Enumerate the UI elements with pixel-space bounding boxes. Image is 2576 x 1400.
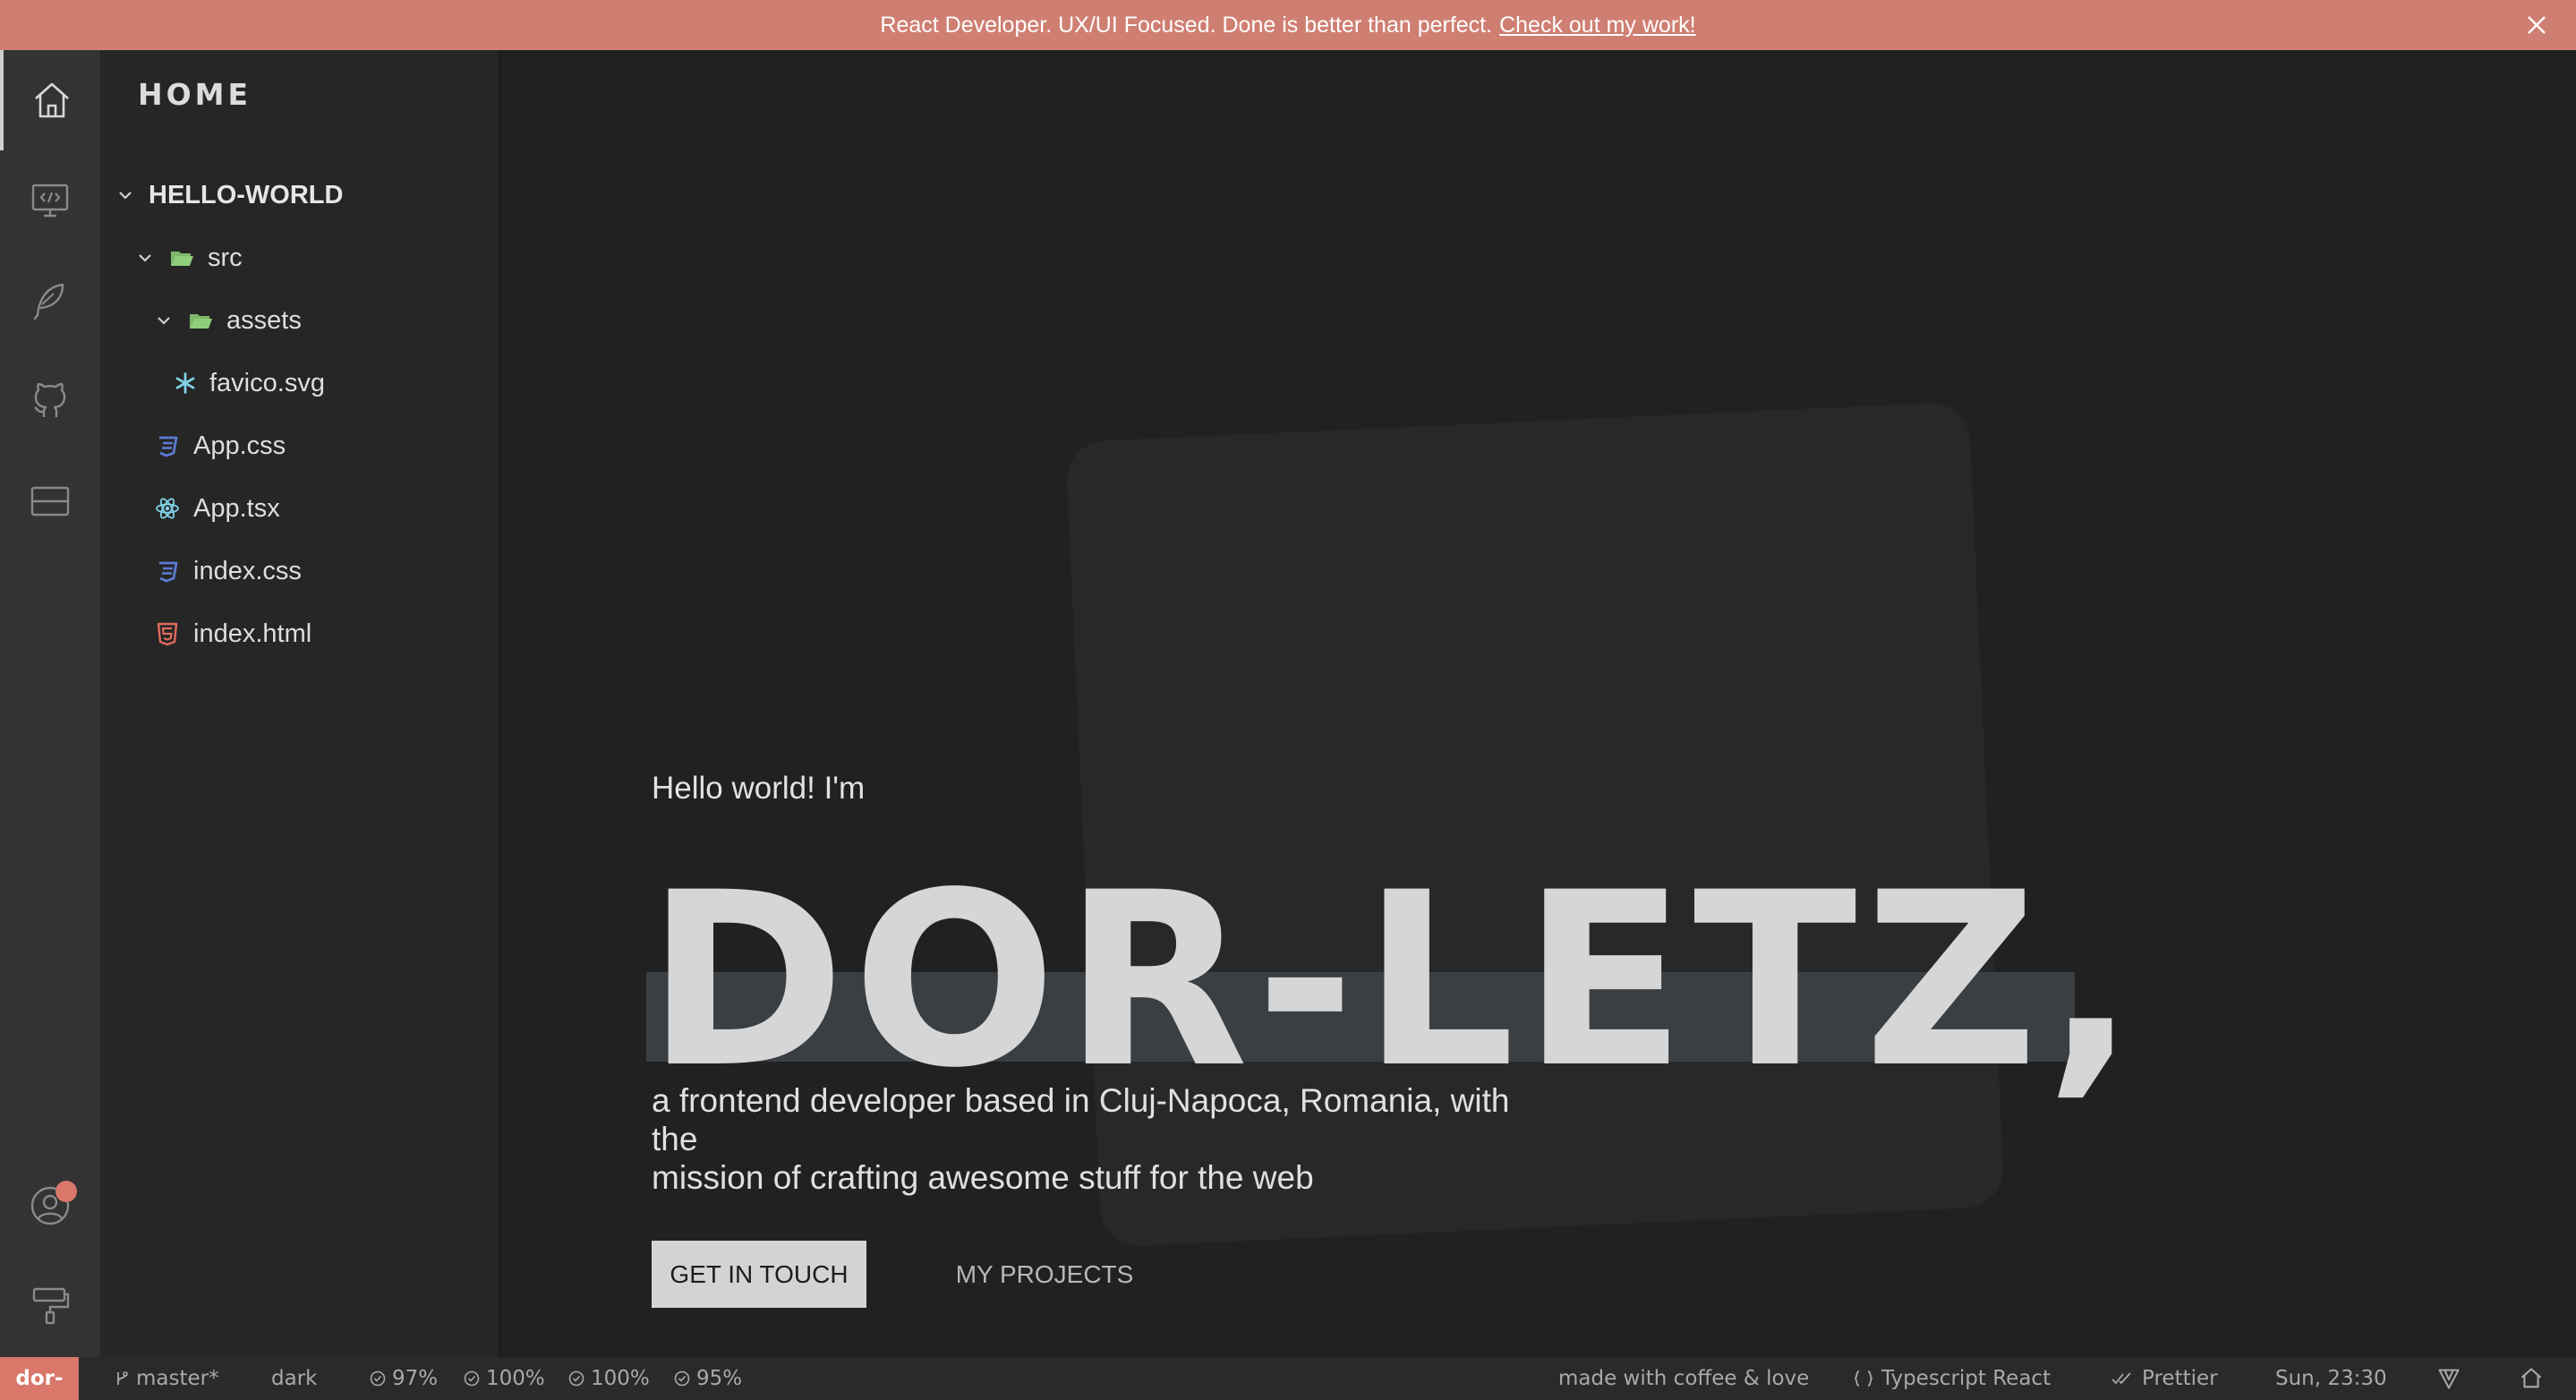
paint-roller-icon (32, 1287, 70, 1325)
css-file-icon (159, 561, 178, 583)
status-metric: 100% (567, 1357, 650, 1400)
activity-home[interactable] (0, 50, 100, 150)
html-file-icon (157, 622, 178, 646)
hero-greeting: Hello world! I'm (652, 771, 866, 806)
status-formatter[interactable]: Prettier (2108, 1357, 2218, 1400)
braces-icon (1854, 1370, 1873, 1387)
banner-link[interactable]: Check out my work! (1499, 13, 1696, 38)
tree-item-label: index.css (193, 556, 302, 585)
hero-tagline: a frontend developer based in Cluj-Napoc… (652, 1081, 1547, 1197)
theme-label: dark (271, 1367, 318, 1390)
home-icon (35, 82, 69, 118)
status-language[interactable]: Typescript React (1851, 1357, 2051, 1400)
tree-item-assets[interactable]: assets (155, 294, 302, 347)
tree-item-src[interactable]: src (136, 231, 243, 285)
activity-account[interactable] (0, 1156, 100, 1256)
status-made-with: made with coffee & love (1558, 1357, 1809, 1400)
double-check-icon (2111, 1372, 2131, 1385)
tagline-line: a frontend developer based in Cluj-Napoc… (652, 1082, 1510, 1157)
status-theme[interactable]: dark (271, 1357, 317, 1400)
status-metric: 97% (369, 1357, 438, 1400)
chevron-down-icon (139, 254, 151, 262)
code-monitor-icon (31, 184, 69, 218)
my-projects-button[interactable]: MY PROJECTS (937, 1241, 1152, 1308)
status-metric: 100% (463, 1357, 545, 1400)
feather-icon (33, 283, 64, 320)
chevron-down-icon (119, 192, 132, 200)
status-datetime: Sun, 23:30 (2275, 1357, 2387, 1400)
check-circle-icon (568, 1370, 584, 1387)
activity-about[interactable] (0, 451, 100, 551)
explorer-panel: HOME HELLO-WORLD src assets favico.svg A… (100, 50, 500, 1357)
check-circle-icon (464, 1370, 480, 1387)
tree-item-label: assets (226, 305, 302, 335)
activity-github[interactable] (0, 351, 100, 451)
metric-value: 97% (392, 1367, 439, 1390)
tree-item-index-css[interactable]: index.css (154, 544, 302, 598)
activity-projects[interactable] (0, 150, 100, 251)
folder-open-icon (190, 314, 212, 329)
language-label: Typescript React (1881, 1367, 2051, 1390)
vite-icon (2438, 1369, 2460, 1389)
folder-open-icon (171, 252, 193, 266)
notification-dot (55, 1181, 77, 1202)
editor-area: Hello world! I'm DOR-LETZ, a frontend de… (501, 50, 2576, 1357)
tree-item-label: src (208, 243, 243, 272)
tree-item-favico[interactable]: favico.svg (174, 356, 325, 410)
activity-articles[interactable] (0, 251, 100, 351)
react-file-icon (156, 498, 179, 519)
github-icon (34, 382, 66, 417)
tagline-line: mission of crafting awesome stuff for th… (652, 1159, 1314, 1196)
svg-file-icon (175, 372, 195, 394)
status-brand[interactable]: dor- (0, 1357, 79, 1400)
metric-value: 100% (591, 1367, 650, 1390)
made-with-label: made with coffee & love (1558, 1367, 1810, 1390)
explorer-title: HOME (138, 77, 252, 112)
tree-item-label: App.tsx (193, 493, 280, 523)
close-icon[interactable] (2522, 11, 2551, 39)
tree-item-label: favico.svg (209, 368, 325, 397)
tree-root[interactable]: HELLO-WORLD (116, 168, 343, 222)
status-bar: dor- master* dark 97% 100% 100% 95% made… (0, 1357, 2576, 1400)
status-home[interactable] (2519, 1357, 2549, 1400)
home-icon (2521, 1368, 2542, 1388)
tree-item-app-css[interactable]: App.css (154, 419, 286, 473)
git-branch-icon (117, 1371, 128, 1385)
tree-item-label: App.css (193, 431, 286, 460)
status-branch[interactable]: master* (113, 1357, 219, 1400)
metric-value: 100% (486, 1367, 545, 1390)
chevron-down-icon (158, 317, 170, 325)
announcement-banner: React Developer. UX/UI Focused. Done is … (0, 0, 2576, 50)
tree-item-index-html[interactable]: index.html (154, 607, 311, 661)
status-vite[interactable] (2436, 1357, 2467, 1400)
layout-icon (30, 486, 70, 516)
formatter-label: Prettier (2142, 1367, 2218, 1390)
check-circle-icon (674, 1370, 690, 1387)
metric-value: 95% (696, 1367, 743, 1390)
check-circle-icon (370, 1370, 386, 1387)
tree-item-label: index.html (193, 619, 312, 648)
status-metric: 95% (673, 1357, 742, 1400)
activity-bar (0, 50, 100, 1357)
get-in-touch-button[interactable]: GET IN TOUCH (652, 1241, 866, 1308)
css-file-icon (159, 436, 178, 457)
tree-item-app-tsx[interactable]: App.tsx (154, 482, 280, 535)
activity-theme[interactable] (0, 1255, 100, 1355)
datetime-label: Sun, 23:30 (2275, 1367, 2387, 1390)
banner-text: React Developer. UX/UI Focused. Done is … (880, 12, 1493, 38)
branch-label: master* (136, 1367, 219, 1390)
tree-root-label: HELLO-WORLD (149, 180, 344, 209)
